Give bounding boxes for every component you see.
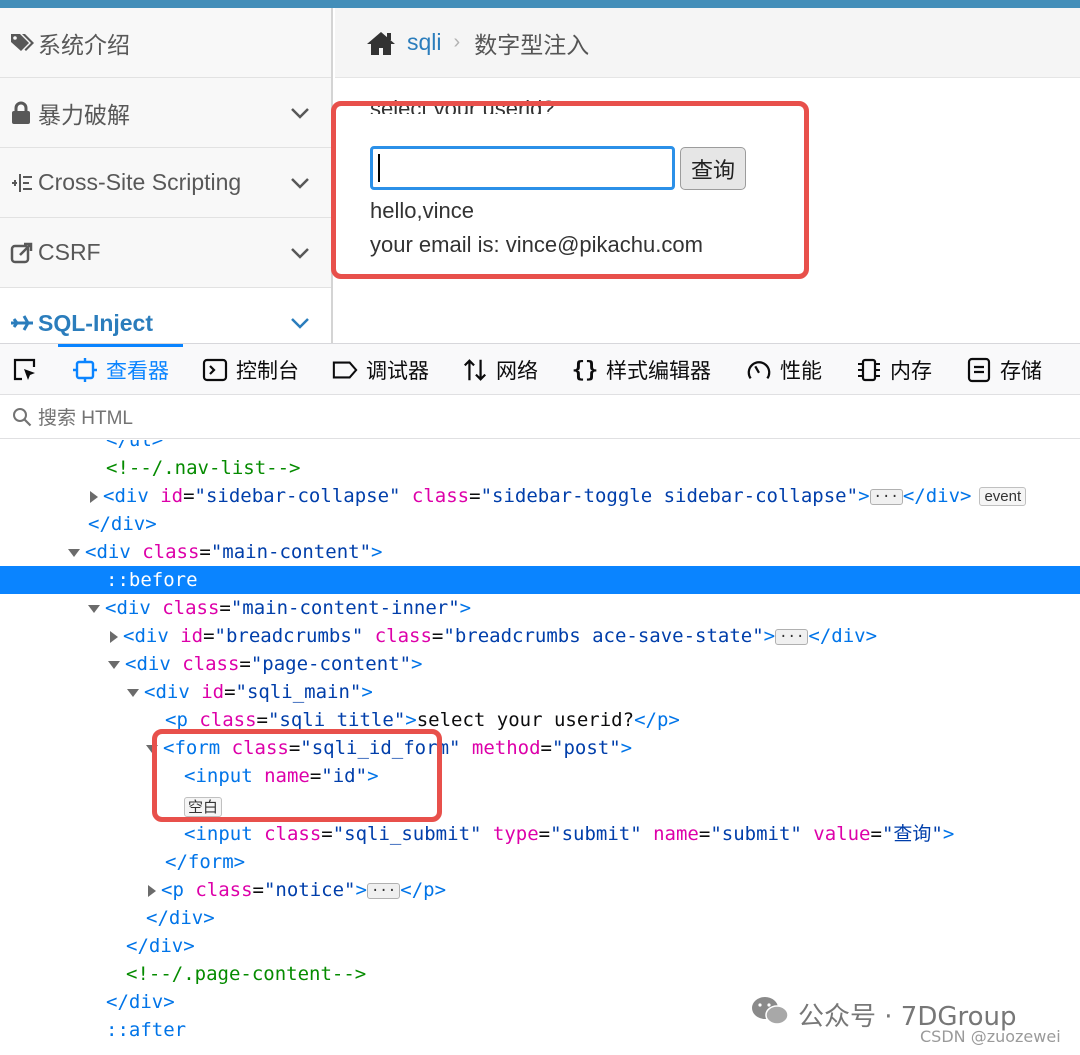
home-icon[interactable] bbox=[365, 30, 397, 56]
markup-line[interactable]: <div id="sqli_main"> bbox=[0, 678, 1080, 706]
markup-line[interactable]: </div> bbox=[0, 932, 1080, 960]
markup-line[interactable]: </form> bbox=[0, 848, 1080, 876]
chevron-right-icon: › bbox=[453, 31, 461, 53]
watermark-sub: CSDN @zuozewei bbox=[920, 1027, 1061, 1046]
event-badge[interactable]: event bbox=[979, 487, 1027, 506]
tab-debugger[interactable]: 调试器 bbox=[332, 344, 429, 396]
markup-line[interactable]: </ul> bbox=[0, 440, 1080, 454]
tab-memory[interactable]: 内存 bbox=[856, 344, 932, 396]
expand-arrow-icon[interactable] bbox=[110, 630, 118, 643]
tab-picker[interactable] bbox=[12, 344, 38, 396]
tab-style-editor[interactable]: {} 样式编辑器 bbox=[572, 344, 711, 396]
ellipsis-icon[interactable]: ··· bbox=[775, 628, 809, 645]
sidebar-item-label: SQL-Inject bbox=[38, 309, 154, 336]
chevron-down-icon[interactable] bbox=[289, 242, 311, 264]
markup-line[interactable]: <input class="sqli_submit" type="submit"… bbox=[0, 820, 1080, 848]
devtools-toolbar: 查看器 控制台 调试器 网络 {} 样式编辑器 性能 内存 存储 bbox=[0, 343, 1080, 395]
plane-icon bbox=[10, 313, 38, 333]
search-placeholder: 搜索 HTML bbox=[38, 408, 134, 429]
sidebar-item-xss[interactable]: Cross-Site Scripting bbox=[0, 148, 331, 218]
tags-icon bbox=[10, 32, 38, 54]
tab-performance[interactable]: 性能 bbox=[746, 344, 822, 396]
search-icon bbox=[12, 407, 32, 427]
chevron-down-icon[interactable] bbox=[289, 102, 311, 124]
list-icon bbox=[10, 172, 38, 194]
markup-line[interactable]: <div class="page-content"> bbox=[0, 650, 1080, 678]
markup-line[interactable]: </div> bbox=[0, 904, 1080, 932]
top-accent-bar bbox=[0, 0, 1080, 8]
ellipsis-icon[interactable]: ··· bbox=[869, 488, 903, 505]
tab-label: 控制台 bbox=[236, 360, 299, 383]
markup-line[interactable]: <!--/.nav-list--> bbox=[0, 454, 1080, 482]
debugger-icon bbox=[332, 357, 358, 383]
sidebar-item-brute-force[interactable]: 暴力破解 bbox=[0, 78, 331, 148]
tab-label: 网络 bbox=[496, 360, 538, 383]
performance-icon bbox=[746, 357, 772, 383]
markup-line[interactable]: <!--/.page-content--> bbox=[0, 960, 1080, 988]
markup-line-selected[interactable]: ::before bbox=[0, 566, 1080, 594]
picker-icon bbox=[12, 357, 38, 383]
markup-line[interactable]: </div> bbox=[0, 510, 1080, 538]
markup-line[interactable]: <div id="sidebar-collapse" class="sideba… bbox=[0, 482, 1080, 510]
tab-storage[interactable]: 存储 bbox=[966, 344, 1042, 396]
sidebar-item-label: 系统介绍 bbox=[38, 31, 130, 58]
tab-console[interactable]: 控制台 bbox=[202, 344, 299, 396]
chevron-down-icon[interactable] bbox=[289, 172, 311, 194]
annotation-box-input bbox=[152, 729, 442, 822]
console-icon bbox=[202, 357, 228, 383]
tab-label: 内存 bbox=[890, 360, 932, 383]
style-editor-icon: {} bbox=[571, 357, 599, 383]
chevron-down-icon[interactable] bbox=[289, 312, 311, 334]
tab-inspector[interactable]: 查看器 bbox=[58, 344, 183, 396]
collapse-arrow-icon[interactable] bbox=[88, 604, 100, 613]
markup-line[interactable]: <p class="notice"> ··· </p> bbox=[0, 876, 1080, 904]
markup-line[interactable]: <div class="main-content"> bbox=[0, 538, 1080, 566]
share-icon bbox=[10, 242, 38, 264]
sidebar-item-label: CSRF bbox=[38, 239, 101, 265]
sidebar-item-csrf[interactable]: CSRF bbox=[0, 218, 331, 288]
collapse-arrow-icon[interactable] bbox=[68, 548, 80, 557]
tab-label: 样式编辑器 bbox=[606, 360, 711, 383]
markup-line[interactable]: <div class="main-content-inner"> bbox=[0, 594, 1080, 622]
annotation-box-form bbox=[331, 101, 809, 279]
breadcrumb: sqli › 数字型注入 bbox=[335, 8, 1080, 78]
html-search-bar[interactable]: 搜索 HTML bbox=[0, 395, 1080, 439]
storage-icon bbox=[966, 357, 992, 383]
tab-network[interactable]: 网络 bbox=[462, 344, 538, 396]
breadcrumb-link-sqli[interactable]: sqli bbox=[407, 29, 442, 56]
collapse-arrow-icon[interactable] bbox=[127, 688, 139, 697]
expand-arrow-icon[interactable] bbox=[90, 490, 98, 503]
sidebar: 系统介绍 暴力破解 Cross-Site Scripting CSRF SQL-… bbox=[0, 8, 333, 358]
breadcrumb-current: 数字型注入 bbox=[474, 31, 590, 58]
wechat-icon bbox=[750, 995, 790, 1034]
expand-arrow-icon[interactable] bbox=[148, 884, 156, 897]
sidebar-item-label: Cross-Site Scripting bbox=[38, 169, 242, 195]
tab-label: 存储 bbox=[1000, 360, 1042, 383]
inspector-icon bbox=[72, 357, 98, 383]
network-icon bbox=[462, 357, 488, 383]
tab-label: 查看器 bbox=[106, 360, 169, 383]
markup-line[interactable]: <div id="breadcrumbs" class="breadcrumbs… bbox=[0, 622, 1080, 650]
lock-icon bbox=[10, 101, 38, 125]
memory-icon bbox=[856, 357, 882, 383]
ellipsis-icon[interactable]: ··· bbox=[366, 882, 401, 899]
tab-label: 性能 bbox=[780, 360, 822, 383]
sidebar-item-intro[interactable]: 系统介绍 bbox=[0, 8, 331, 78]
sidebar-item-label: 暴力破解 bbox=[38, 101, 130, 128]
collapse-arrow-icon[interactable] bbox=[108, 660, 120, 669]
tab-label: 调试器 bbox=[366, 360, 429, 383]
